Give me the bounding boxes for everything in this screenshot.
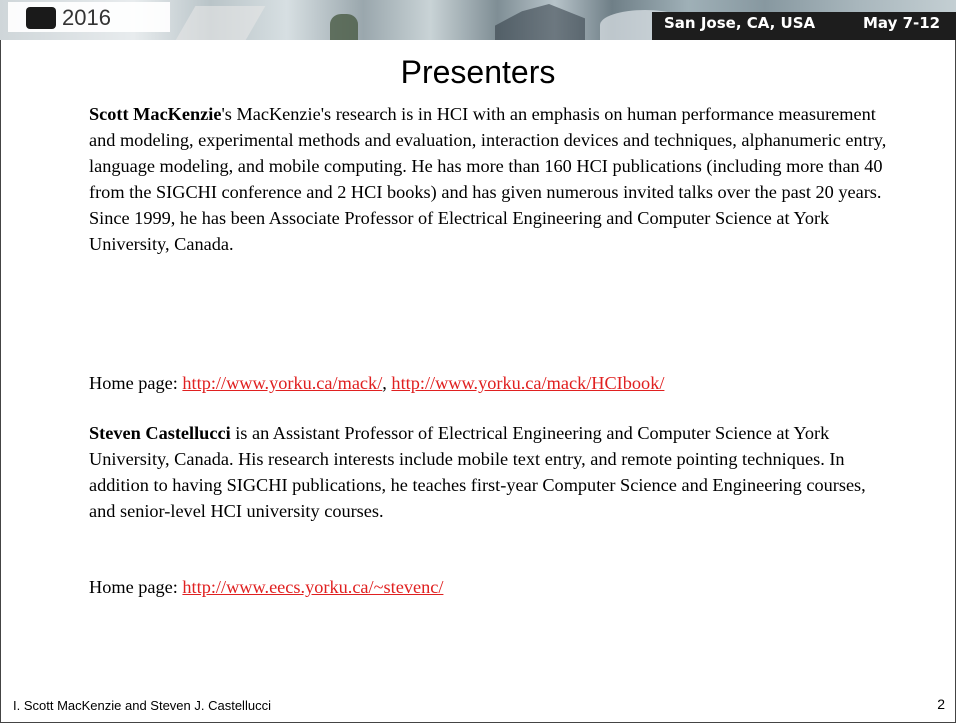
presenter-bio-text: 's MacKenzie's research is in HCI with a… [89,104,887,254]
home-page-line: Home page: http://www.eecs.yorku.ca/~ste… [89,574,889,600]
chi-logo [26,7,56,29]
home-page-label: Home page: [89,577,183,597]
banner-photo-detail [330,14,358,40]
banner-photo-detail [174,6,266,40]
footer-credit: I. Scott MacKenzie and Steven J. Castell… [13,698,271,713]
conference-location: San Jose, CA, USA [664,14,816,32]
conference-year: 2016 [62,5,111,30]
banner-photo-detail [495,4,585,40]
home-page-link[interactable]: http://www.yorku.ca/mack/ [182,373,382,393]
home-page-line: Home page: http://www.yorku.ca/mack/, ht… [89,370,889,396]
home-page-link[interactable]: http://www.eecs.yorku.ca/~stevenc/ [182,577,443,597]
presenter-bio: Steven Castellucci is an Assistant Profe… [89,420,889,524]
hci-book-link[interactable]: http://www.yorku.ca/mack/HCIbook/ [391,373,664,393]
presenter-bio: Scott MacKenzie's MacKenzie's research i… [89,101,889,257]
slide-title: Presenters [400,54,556,90]
presenter-name: Scott MacKenzie [89,104,222,124]
page-number: 2 [937,696,945,712]
home-page-label: Home page: [89,373,183,393]
presenter-name: Steven Castellucci [89,423,231,443]
conference-dates: May 7-12 [863,14,941,32]
conference-banner: 2016 San Jose, CA, USA May 7-12 [0,0,956,40]
